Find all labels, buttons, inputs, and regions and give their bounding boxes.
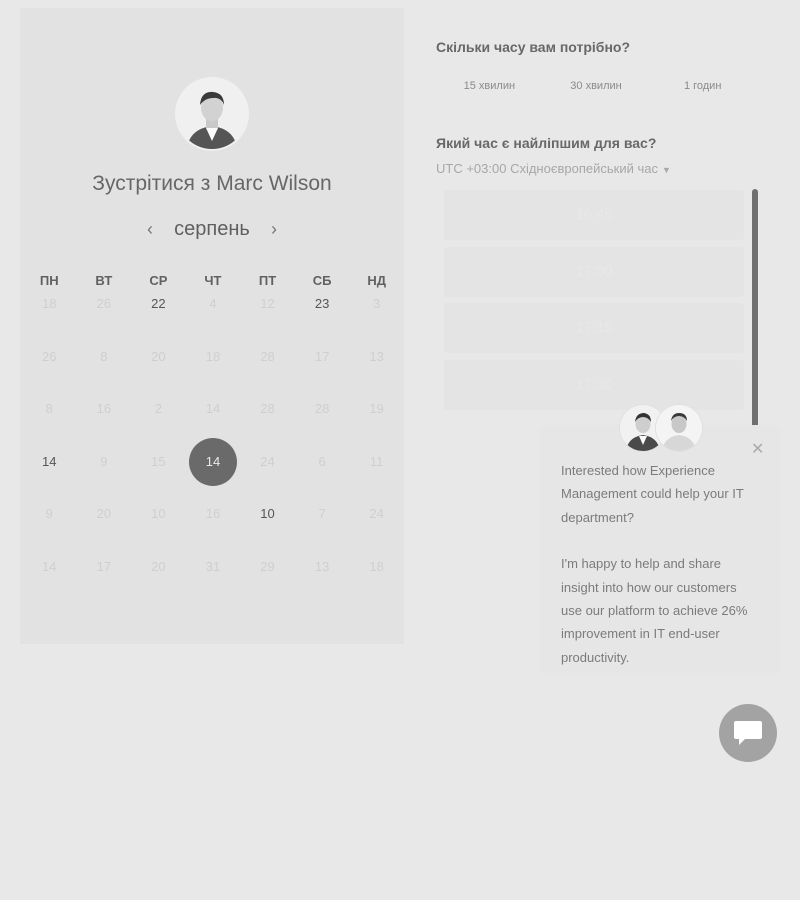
calendar-day-available[interactable]: 22 — [131, 287, 186, 321]
calendar-day-selected[interactable]: 14 — [186, 437, 241, 486]
calendar-week: 8 16 2 14 28 28 19 — [22, 392, 404, 445]
time-slot-list: 16:45 17:00 17:15 17:30 — [444, 190, 744, 416]
host-avatar — [177, 79, 247, 149]
weekday-tue: ВТ — [95, 273, 113, 288]
calendar-day-disabled: 16 — [96, 401, 112, 416]
calendar-day-disabled: 11 — [369, 453, 384, 469]
calendar-day-disabled: 16 — [205, 506, 221, 521]
calendar-day-disabled: 28 — [314, 401, 330, 416]
calendar-week: 26 8 20 18 28 17 13 — [22, 340, 404, 393]
calendar-day-available[interactable]: 23 — [295, 287, 350, 321]
calendar-day-available[interactable]: 14 — [22, 445, 77, 479]
calendar-day-disabled: 28 — [260, 348, 275, 364]
month-label: серпень — [174, 217, 250, 240]
calendar-day-available[interactable]: 10 — [240, 497, 295, 531]
chevron-right-icon[interactable]: › — [264, 219, 284, 240]
calendar-week: 9 20 10 16 10 7 24 — [22, 497, 404, 550]
timezone-label: UTC +03:00 Східноєвропейський час — [436, 161, 658, 176]
calendar-day-disabled: 15 — [151, 453, 166, 469]
weekday-fri: ПТ — [258, 273, 277, 288]
time-slot-scrollbar[interactable] — [752, 189, 758, 430]
timezone-select[interactable]: UTC +03:00 Східноєвропейський час ▼ — [436, 161, 671, 176]
calendar-day-disabled: 28 — [260, 401, 275, 416]
calendar-day-disabled: 18 — [42, 296, 57, 311]
popup-message: Interested how Experience Management cou… — [561, 459, 761, 692]
calendar-week: 14 17 20 31 29 13 18 — [22, 550, 404, 603]
duration-option-30[interactable]: 30 хвилин — [543, 80, 650, 92]
chat-launcher-button[interactable] — [719, 704, 777, 762]
calendar-day-disabled: 14 — [205, 401, 221, 416]
calendar-day-disabled: 7 — [318, 506, 326, 521]
calendar-week: 18 26 22 4 12 23 3 — [22, 287, 404, 340]
chat-bubble-icon — [734, 721, 762, 745]
popup-message-line: Interested how Experience Management cou… — [561, 463, 744, 525]
time-slot[interactable]: 17:30 — [444, 359, 744, 410]
duration-option-15[interactable]: 15 хвилин — [436, 80, 543, 92]
weekday-thu: ЧТ — [204, 273, 222, 288]
calendar-day-disabled: 8 — [100, 348, 108, 364]
calendar-day-disabled: 26 — [42, 348, 57, 364]
calendar-day-disabled: 19 — [369, 401, 384, 416]
calendar-day-disabled: 26 — [96, 296, 112, 311]
calendar-day-disabled: 2 — [154, 401, 163, 416]
calendar-day-disabled: 13 — [314, 558, 330, 574]
calendar-day-disabled: 24 — [260, 453, 275, 469]
calendar-day-disabled: 20 — [151, 348, 166, 364]
month-navigation: ‹ серпень › — [140, 214, 284, 244]
calendar-day-disabled: 12 — [260, 296, 275, 311]
popup-message-line: I'm happy to help and share insight into… — [561, 556, 748, 665]
calendar-day-disabled: 10 — [151, 506, 166, 521]
calendar-day-disabled: 9 — [45, 506, 53, 521]
calendar-day-disabled: 13 — [369, 348, 384, 364]
duration-option-60[interactable]: 1 годин — [649, 80, 756, 92]
time-slot[interactable]: 17:15 — [444, 303, 744, 353]
close-icon[interactable]: ✕ — [751, 440, 764, 460]
weekday-mon: ПН — [39, 273, 59, 288]
duration-options: 15 хвилин 30 хвилин 1 годин — [436, 80, 756, 92]
caret-down-icon: ▼ — [661, 165, 671, 175]
calendar-day-disabled: 8 — [45, 401, 53, 416]
calendar-day-disabled: 9 — [100, 453, 108, 469]
calendar-day-disabled: 31 — [205, 558, 221, 574]
calendar-day-disabled: 29 — [260, 558, 275, 574]
weekday-sat: СБ — [312, 273, 332, 288]
duration-question: Скільки часу вам потрібно? — [436, 39, 631, 55]
meeting-title: Зустрітися з Marc Wilson — [92, 172, 332, 195]
calendar-day-disabled: 3 — [373, 296, 381, 311]
time-question: Який час є найліпшим для вас? — [436, 135, 657, 151]
calendar-day-disabled: 18 — [369, 558, 384, 574]
calendar-grid: 18 26 22 4 12 23 3 26 8 20 18 28 17 13 8… — [22, 287, 404, 602]
calendar-day-disabled: 20 — [96, 506, 112, 521]
weekday-sun: НД — [367, 273, 386, 288]
calendar-day-disabled: 6 — [318, 453, 326, 469]
popup-avatars — [620, 405, 704, 453]
agent-avatar — [656, 405, 702, 451]
calendar-day-disabled: 20 — [151, 558, 166, 574]
weekday-wed: СР — [149, 273, 168, 288]
calendar-week: 14 9 15 14 24 6 11 — [22, 437, 404, 498]
calendar-day-disabled: 24 — [369, 506, 384, 521]
time-slot[interactable]: 16:45 — [444, 190, 744, 240]
selected-day-label: 14 — [188, 437, 237, 486]
calendar-day-disabled: 17 — [96, 558, 112, 574]
chevron-left-icon[interactable]: ‹ — [140, 219, 160, 240]
calendar-day-disabled: 18 — [205, 348, 221, 364]
calendar-day-disabled: 17 — [314, 348, 330, 364]
weekday-header: ПН ВТ СР ЧТ ПТ СБ НД — [22, 273, 404, 288]
calendar-day-disabled: 4 — [209, 296, 217, 311]
calendar-day-disabled: 14 — [42, 558, 57, 574]
time-slot[interactable]: 17:00 — [444, 246, 744, 297]
